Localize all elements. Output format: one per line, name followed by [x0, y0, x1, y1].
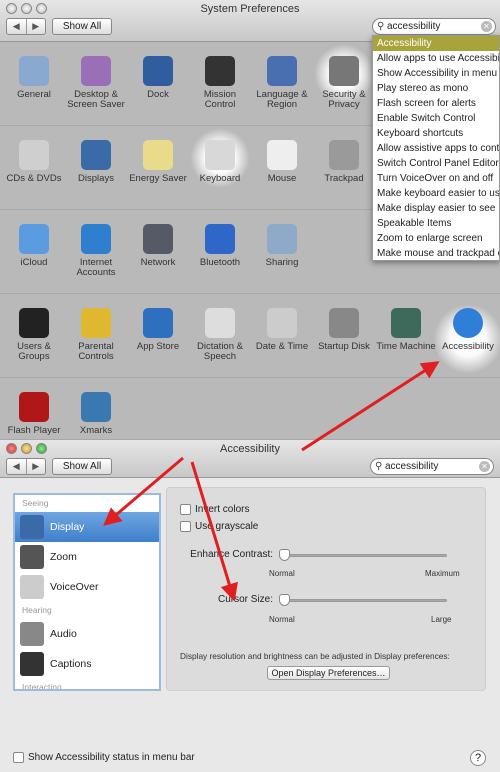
annotation-arrows [103, 361, 440, 602]
arrow-to-cursor-size [190, 461, 238, 602]
arrow-to-display [103, 456, 184, 526]
arrow-to-accessibility [301, 361, 440, 452]
